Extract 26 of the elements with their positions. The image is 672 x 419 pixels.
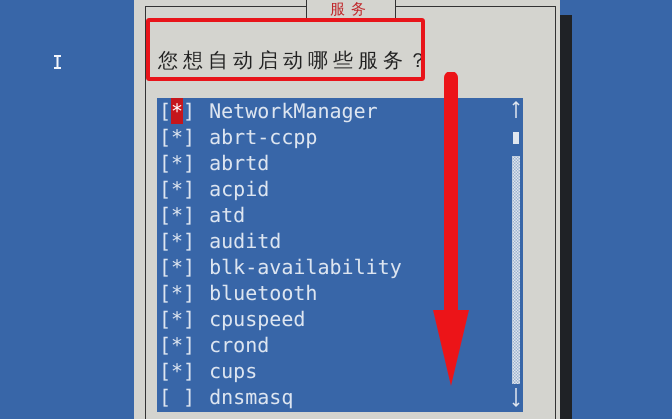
checkbox[interactable]: [*]: [159, 98, 196, 124]
service-name[interactable]: dnsmasq: [209, 384, 294, 410]
text-cursor-icon: [54, 55, 61, 69]
checkbox[interactable]: [*]: [159, 332, 196, 358]
checkbox[interactable]: [*]: [159, 202, 196, 228]
service-name[interactable]: cpuspeed: [209, 306, 306, 332]
service-name[interactable]: abrtd: [209, 150, 270, 176]
checkbox[interactable]: [*]: [159, 150, 196, 176]
service-name[interactable]: abrt-ccpp: [209, 124, 318, 150]
service-name[interactable]: atd: [209, 202, 246, 228]
service-name[interactable]: NetworkManager: [209, 98, 378, 124]
checkbox[interactable]: [*]: [159, 228, 196, 254]
checkbox[interactable]: [*]: [159, 176, 196, 202]
service-name[interactable]: blk-availability: [209, 254, 402, 280]
checkbox[interactable]: [*]: [159, 306, 196, 332]
service-name[interactable]: crond: [209, 332, 270, 358]
checkbox[interactable]: [*]: [159, 124, 196, 150]
service-name[interactable]: acpid: [209, 176, 270, 202]
service-name[interactable]: cups: [209, 358, 258, 384]
checkbox[interactable]: [*]: [159, 358, 196, 384]
service-name[interactable]: auditd: [209, 228, 282, 254]
checkbox[interactable]: [*]: [159, 280, 196, 306]
service-name[interactable]: bluetooth: [209, 280, 318, 306]
checkbox[interactable]: [ ]: [159, 384, 196, 410]
checkbox[interactable]: [*]: [159, 254, 196, 280]
dialog-title: 服务: [306, 0, 396, 19]
